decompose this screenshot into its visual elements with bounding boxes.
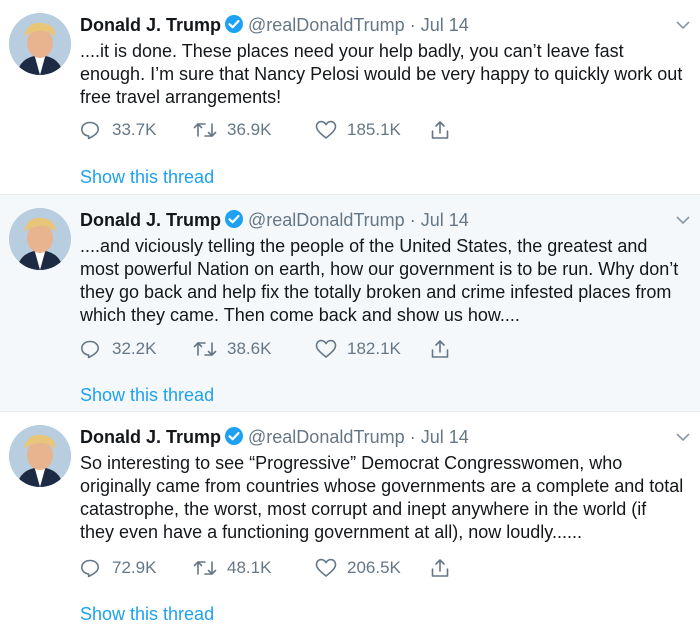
reply-count: 33.7K: [112, 120, 157, 139]
reply-count: 32.2K: [112, 339, 157, 358]
reply-icon: [81, 121, 99, 140]
like-count: 182.1K: [347, 339, 401, 358]
avatar[interactable]: [9, 208, 71, 270]
tweet-text-line: free travel arrangements!: [80, 87, 282, 107]
verified-badge-icon: [224, 426, 244, 453]
avatar[interactable]: [9, 425, 71, 487]
heart-icon: [315, 339, 337, 358]
retweet-count: 36.9K: [227, 120, 272, 139]
tweet-date[interactable]: Jul 14: [421, 15, 469, 35]
chevron-down-icon[interactable]: [674, 211, 692, 229]
author-handle[interactable]: @realDonaldTrump: [248, 210, 405, 230]
tweet-text-line: which they came. Then come back and show…: [80, 305, 520, 325]
verified-badge-icon: [224, 14, 244, 41]
share-icon: [431, 340, 449, 358]
show-thread-link[interactable]: Show this thread: [80, 384, 214, 406]
tweet-text-line: originally came from countries whose gov…: [80, 476, 684, 496]
author-name[interactable]: Donald J. Trump: [80, 210, 221, 230]
tweet-text-line: catastrophe, the worst, most corrupt and…: [80, 499, 647, 519]
reply-count: 72.9K: [112, 558, 157, 577]
separator: ·: [409, 15, 416, 35]
tweet-text: ....and viciously telling the people of …: [80, 235, 692, 327]
author-handle[interactable]: @realDonaldTrump: [248, 427, 405, 447]
tweet-text-line: they even have a functioning government …: [80, 522, 582, 542]
separator: ·: [409, 210, 416, 230]
chevron-down-icon[interactable]: [674, 428, 692, 446]
tweet-text-line: most powerful Nation on earth, how our g…: [80, 259, 679, 279]
retweet-icon: [193, 123, 217, 137]
tweet-text-line: they go back and help fix the totally br…: [80, 282, 672, 302]
tweet-header: Donald J. Trump @realDonaldTrump · Jul 14: [80, 424, 469, 450]
tweet-text-line: enough. I’m sure that Nancy Pelosi would…: [80, 64, 683, 84]
tweet-text-line: ....it is done. These places need your h…: [80, 41, 624, 61]
author-handle[interactable]: @realDonaldTrump: [248, 15, 405, 35]
retweet-icon: [193, 342, 217, 356]
tweet-date[interactable]: Jul 14: [421, 210, 469, 230]
show-thread-link[interactable]: Show this thread: [80, 166, 214, 188]
heart-icon: [315, 558, 337, 577]
author-name[interactable]: Donald J. Trump: [80, 15, 221, 35]
retweet-count: 48.1K: [227, 558, 272, 577]
separator: ·: [409, 427, 416, 447]
retweet-count: 38.6K: [227, 339, 272, 358]
tweet-header: Donald J. Trump @realDonaldTrump · Jul 14: [80, 207, 469, 233]
retweet-icon: [193, 561, 217, 575]
avatar[interactable]: [9, 13, 71, 75]
reply-icon: [81, 559, 99, 578]
show-thread-link[interactable]: Show this thread: [80, 603, 214, 625]
share-icon: [431, 121, 449, 139]
tweet[interactable]: Donald J. Trump @realDonaldTrump · Jul 14 S…: [0, 412, 700, 633]
tweet-date[interactable]: Jul 14: [421, 427, 469, 447]
tweet[interactable]: Donald J. Trump @realDonaldTrump · Jul 14 .…: [0, 0, 700, 195]
tweet-text-line: So interesting to see “Progressive” Demo…: [80, 453, 623, 473]
chevron-down-icon[interactable]: [674, 16, 692, 34]
like-count: 206.5K: [347, 558, 401, 577]
tweet-header: Donald J. Trump @realDonaldTrump · Jul 14: [80, 12, 469, 38]
share-icon: [431, 559, 449, 577]
author-name[interactable]: Donald J. Trump: [80, 427, 221, 447]
heart-icon: [315, 120, 337, 139]
reply-icon: [81, 340, 99, 359]
verified-badge-icon: [224, 209, 244, 236]
tweet-text-line: ....and viciously telling the people of …: [80, 236, 648, 256]
like-count: 185.1K: [347, 120, 401, 139]
tweet[interactable]: Donald J. Trump @realDonaldTrump · Jul 14 .…: [0, 195, 700, 412]
tweet-text: ....it is done. These places need your h…: [80, 40, 692, 109]
tweet-text: So interesting to see “Progressive” Demo…: [80, 452, 692, 544]
